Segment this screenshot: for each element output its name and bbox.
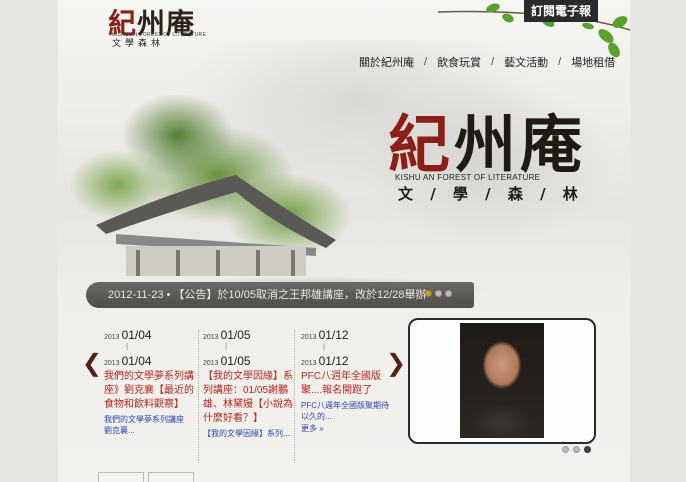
nav-dining[interactable]: 飲食玩賞 bbox=[436, 54, 482, 70]
events-prev-arrow-icon[interactable]: ❮ bbox=[82, 352, 102, 376]
temple-roof-image bbox=[96, 175, 336, 276]
event-start-date: 2013 01/05 bbox=[203, 328, 251, 342]
hero-subtitle: 文 / 學 / 森 / 林 bbox=[398, 185, 584, 203]
event-desc-link[interactable]: 【我的文學因緣】系列... bbox=[203, 428, 293, 439]
event-item[interactable]: 2013 01/04 | 2013 01/04 我們的文學夢系列講座》劉克襄【最近的… bbox=[104, 328, 194, 436]
event-end-date: 2013 01/12 bbox=[301, 354, 349, 368]
main-nav: 關於紀州庵 / 飲食玩賞 / 藝文活動 / 場地租借 bbox=[358, 54, 616, 70]
event-end-date: 2013 01/05 bbox=[203, 354, 251, 368]
photo-pager bbox=[562, 446, 591, 453]
event-divider bbox=[198, 330, 199, 460]
event-desc-link[interactable]: 我們的文學夢系列講座 劉克襄... bbox=[104, 414, 194, 436]
nav-about[interactable]: 關於紀州庵 bbox=[358, 54, 415, 70]
announcement-bar[interactable]: 2012-11-23 • 【公告】於10/05取消之王邦雄講座，改於12/28舉… bbox=[86, 282, 474, 308]
pager-dot[interactable] bbox=[573, 446, 580, 453]
event-end-date: 2013 01/04 bbox=[104, 354, 152, 368]
bottom-tabs bbox=[98, 472, 194, 482]
subscribe-newsletter-button[interactable]: 訂閱電子報 bbox=[524, 0, 598, 22]
pager-dot[interactable] bbox=[584, 446, 591, 453]
event-item[interactable]: 2013 01/05 | 2013 01/05 【我的文學因緣】系列講座：01/05… bbox=[203, 328, 293, 439]
bottom-tab[interactable] bbox=[148, 472, 194, 482]
date-divider: | bbox=[126, 342, 129, 351]
logo-subtitle: 文學森林 bbox=[112, 39, 165, 49]
site-logo[interactable]: 紀州庵 KISHU AN FOREST OF LITERATURE 文學森林 bbox=[108, 2, 208, 49]
event-title-link[interactable]: 我們的文學夢系列講座》劉克襄【最近的食物和飲料觀察】 bbox=[104, 370, 194, 412]
featured-photo[interactable] bbox=[460, 323, 544, 438]
pager-dot[interactable] bbox=[445, 290, 452, 297]
hero-subtitle-english: KISHU AN FOREST OF LITERATURE bbox=[395, 173, 541, 182]
pager-dot[interactable] bbox=[435, 290, 442, 297]
nav-separator: / bbox=[491, 56, 495, 68]
bottom-tab[interactable] bbox=[98, 472, 144, 482]
nav-events[interactable]: 藝文活動 bbox=[503, 54, 549, 70]
event-start-date: 2013 01/12 bbox=[301, 328, 349, 342]
event-start-date: 2013 01/04 bbox=[104, 328, 152, 342]
date-divider: | bbox=[323, 342, 326, 351]
event-title-link[interactable]: PFC八週年全國版聚....報名開跑了 bbox=[301, 370, 391, 398]
page-container: 紀州庵 KISHU AN FOREST OF LITERATURE 文學森林 訂… bbox=[58, 0, 630, 482]
nav-separator: / bbox=[424, 56, 428, 68]
date-divider: | bbox=[225, 342, 228, 351]
event-title-link[interactable]: 【我的文學因緣】系列講座：01/05謝鵬雄、林黛嫚【小說為什麼好看？】 bbox=[203, 370, 293, 426]
right-margin bbox=[630, 0, 686, 482]
more-link[interactable]: 更多 » bbox=[301, 423, 391, 434]
nav-venue-rental[interactable]: 場地租借 bbox=[570, 54, 616, 70]
pager-dot[interactable] bbox=[562, 446, 569, 453]
nav-separator: / bbox=[558, 56, 562, 68]
event-desc-link[interactable]: PFC八週年全國版聚期待以久的... bbox=[301, 400, 391, 422]
announcement-pager bbox=[425, 290, 452, 297]
left-margin bbox=[0, 0, 58, 482]
event-item[interactable]: 2013 01/12 | 2013 01/12 PFC八週年全國版聚....報名開跑… bbox=[301, 328, 391, 434]
event-divider bbox=[294, 330, 295, 460]
pager-dot[interactable] bbox=[425, 290, 432, 297]
hero-title: 紀州庵 bbox=[388, 108, 587, 181]
